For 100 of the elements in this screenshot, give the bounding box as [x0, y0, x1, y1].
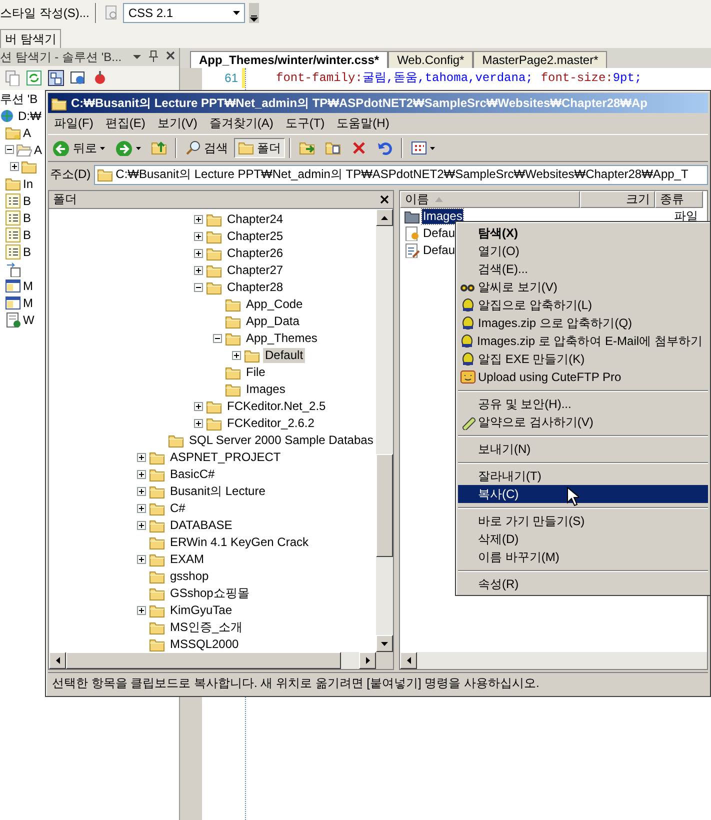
menu-item[interactable]: 알씨로 보기(V) — [458, 278, 708, 296]
menu-item[interactable]: 보내기(N) — [458, 440, 708, 458]
document-tab[interactable]: MasterPage2.master* — [473, 50, 608, 68]
scroll-left-button[interactable] — [400, 652, 417, 669]
menu-item[interactable]: Images.zip 로 압축하여 E-Mail에 첨부하기 — [458, 332, 708, 350]
expand-icon[interactable] — [137, 504, 146, 513]
expand-icon[interactable] — [137, 606, 146, 615]
folder-label[interactable]: App_Code — [244, 297, 305, 312]
column-header[interactable]: 종류 — [655, 191, 703, 208]
menu-item[interactable]: 파일(F) — [48, 116, 100, 131]
expand-icon[interactable] — [194, 232, 203, 241]
tree-item-label[interactable]: In — [23, 176, 34, 192]
close-icon[interactable] — [166, 50, 175, 62]
pin-icon[interactable] — [149, 50, 158, 62]
menu-item[interactable]: Images.zip 으로 압축하기(Q) — [458, 314, 708, 332]
folder-label[interactable]: Chapter27 — [225, 263, 286, 278]
expand-icon[interactable] — [137, 555, 146, 564]
menu-item[interactable]: 검색(E)... — [458, 260, 708, 278]
collapse-icon[interactable] — [5, 145, 14, 154]
search-button[interactable]: 검색 — [181, 138, 232, 158]
copy-pages-icon[interactable] — [4, 70, 20, 86]
scroll-thumb[interactable] — [66, 652, 341, 669]
menu-item[interactable]: 보기(V) — [151, 116, 204, 131]
folder-label[interactable]: App_Data — [244, 314, 302, 329]
expand-icon[interactable] — [137, 521, 146, 530]
expand-icon[interactable] — [194, 249, 203, 258]
horizontal-scrollbar[interactable] — [49, 652, 393, 669]
scroll-left-button[interactable] — [49, 652, 66, 669]
folder-label[interactable]: DATABASE — [168, 518, 234, 533]
scroll-up-button[interactable] — [376, 209, 393, 226]
folder-label[interactable]: App_Themes — [244, 331, 320, 346]
folder-label[interactable]: FCKeditor_2.6.2 — [225, 416, 316, 431]
expand-icon[interactable] — [194, 402, 203, 411]
menu-item[interactable]: 탐색(X) — [458, 224, 708, 242]
panel-tab[interactable]: 버 탐색기 — [0, 28, 62, 48]
expand-icon[interactable] — [137, 453, 146, 462]
folder-label[interactable]: KimGyuTae — [168, 603, 234, 618]
document-tab[interactable]: App_Themes/winter/winter.css* — [190, 50, 388, 68]
folder-label[interactable]: Chapter25 — [225, 229, 286, 244]
view-designer-icon[interactable] — [70, 70, 86, 86]
folder-label[interactable]: Busanit의 Lecture — [168, 484, 268, 499]
menu-item[interactable]: 알약으로 검사하기(V) — [458, 413, 708, 431]
document-tab[interactable]: Web.Config* — [388, 50, 474, 68]
tree-item-label[interactable]: W — [23, 312, 34, 328]
refresh-icon[interactable] — [26, 70, 42, 86]
folder-label[interactable]: File — [244, 365, 268, 380]
menu-item[interactable]: 편집(E) — [99, 116, 152, 131]
tree-item-label[interactable]: A — [23, 126, 32, 140]
column-header[interactable]: 이름 — [400, 191, 580, 208]
expand-icon[interactable] — [194, 419, 203, 428]
menu-item[interactable]: 이름 바꾸기(M) — [458, 548, 708, 566]
scroll-right-button[interactable] — [359, 652, 376, 669]
folder-label[interactable]: Chapter24 — [225, 212, 286, 227]
menu-item[interactable]: 속성(R) — [458, 575, 708, 593]
folder-label[interactable]: Images — [244, 382, 288, 397]
style-menu[interactable]: 스타일 작성(S)... — [0, 6, 90, 20]
nest-files-icon[interactable] — [48, 70, 64, 86]
file-name[interactable]: Defau — [422, 226, 456, 241]
folder-label[interactable]: gsshop — [168, 569, 211, 584]
menu-item[interactable]: 잘라내기(T) — [458, 467, 708, 485]
collapse-icon[interactable] — [213, 334, 222, 343]
folder-label[interactable]: FCKeditor.Net_2.5 — [225, 399, 328, 414]
tree-item-label[interactable]: B — [23, 194, 32, 208]
expand-icon[interactable] — [194, 215, 203, 224]
folder-label[interactable]: GSshop쇼핑몰 — [168, 586, 252, 601]
folder-label[interactable]: BasicC# — [168, 467, 217, 482]
toolbar-overflow-icon[interactable] — [249, 3, 260, 23]
expand-icon[interactable] — [10, 162, 19, 172]
expand-icon[interactable] — [137, 487, 146, 496]
menu-item[interactable]: Upload using CuteFTP Pro — [458, 368, 708, 386]
menu-item[interactable]: 열기(O) — [458, 242, 708, 260]
menu-item[interactable]: 알집으로 압축하기(L) — [458, 296, 708, 314]
file-name[interactable]: Images — [422, 209, 464, 224]
folder-label[interactable]: Chapter28 — [225, 280, 286, 295]
menu-item[interactable]: 삭제(D) — [458, 530, 708, 548]
expand-icon[interactable] — [232, 351, 241, 360]
close-icon[interactable] — [380, 195, 389, 204]
menu-item[interactable]: 도움말(H) — [330, 116, 396, 131]
collapse-icon[interactable] — [194, 283, 203, 292]
menu-item[interactable]: 즐겨찾기(A) — [203, 116, 280, 131]
folders-button[interactable]: 폴더 — [234, 138, 285, 158]
expand-icon[interactable] — [194, 266, 203, 275]
folder-label[interactable]: EXAM — [168, 552, 206, 567]
menu-item[interactable]: 알집 EXE 만들기(K) — [458, 350, 708, 368]
scroll-down-button[interactable] — [376, 635, 393, 652]
tree-item-label[interactable]: A — [34, 142, 42, 158]
folder-label[interactable]: ERWin 4.1 KeyGen Crack — [168, 535, 310, 550]
folder-label[interactable]: ASPNET_PROJECT — [168, 450, 283, 465]
folder-label[interactable]: Default — [263, 348, 306, 363]
horizontal-scrollbar[interactable] — [400, 652, 707, 669]
file-name[interactable]: Defau — [422, 243, 456, 258]
folder-label[interactable]: Chapter26 — [225, 246, 286, 261]
scroll-thumb[interactable] — [376, 454, 393, 557]
address-field[interactable]: C:₩Busanit의 Lecture PPT₩Net_admin의 TP₩ASPdotNET2₩SampleSrc₩Websites₩Chapter28₩App_T — [94, 164, 708, 184]
vertical-scrollbar[interactable] — [376, 209, 393, 652]
tree-item-label[interactable]: D:₩ — [18, 108, 42, 124]
tree-item-label[interactable]: B — [23, 244, 32, 260]
tree-item-label[interactable]: B — [23, 228, 32, 242]
back-button[interactable]: 뒤로 — [48, 138, 109, 158]
tree-item-label[interactable]: 루션 'B — [0, 92, 38, 106]
